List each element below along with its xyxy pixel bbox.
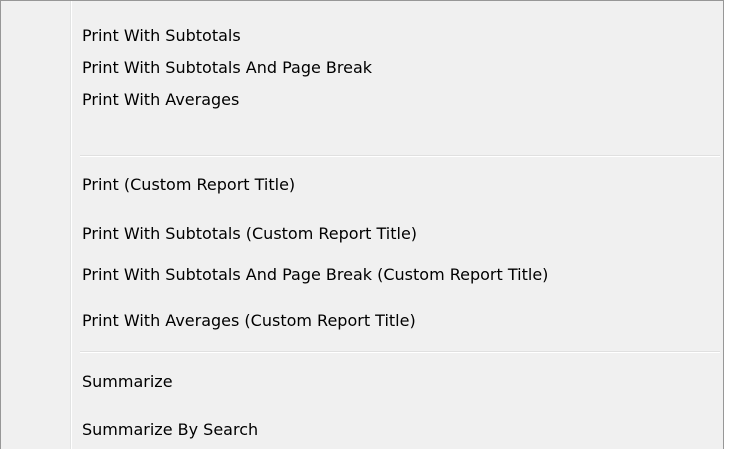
menu-item-print-with-averages[interactable]: Print With Averages <box>82 84 239 116</box>
menu-item-print-with-subtotals-custom-report-title[interactable]: Print With Subtotals (Custom Report Titl… <box>82 218 417 250</box>
context-menu: Print With Subtotals Print With Subtotal… <box>0 0 724 449</box>
menu-item-summarize-by-search[interactable]: Summarize By Search <box>82 414 258 446</box>
menu-item-print-with-subtotals-and-page-break[interactable]: Print With Subtotals And Page Break <box>82 52 372 84</box>
menu-item-summarize[interactable]: Summarize <box>82 366 173 398</box>
menu-separator <box>80 155 720 157</box>
menu-separator <box>80 351 720 353</box>
menu-item-print-with-subtotals-and-page-break-custom-report-title[interactable]: Print With Subtotals And Page Break (Cus… <box>82 259 548 291</box>
menu-item-print-with-subtotals[interactable]: Print With Subtotals <box>82 20 241 52</box>
menu-item-print-custom-report-title[interactable]: Print (Custom Report Title) <box>82 169 295 201</box>
menu-item-print-with-averages-custom-report-title[interactable]: Print With Averages (Custom Report Title… <box>82 305 416 337</box>
icon-gutter-divider-highlight <box>71 1 72 449</box>
